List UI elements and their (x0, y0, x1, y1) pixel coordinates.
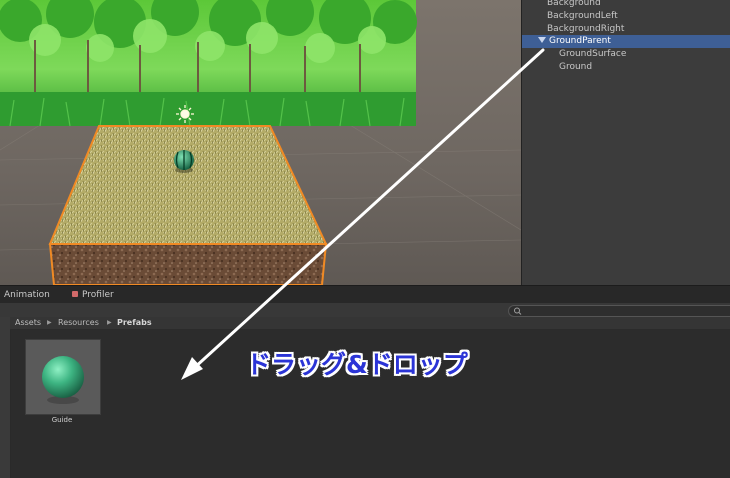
search-input[interactable] (508, 305, 730, 317)
scene-view[interactable] (0, 0, 521, 285)
hierarchy-item-ground-surface[interactable]: GroundSurface (522, 48, 730, 61)
hierarchy-item-ground[interactable]: Ground (522, 61, 730, 74)
hierarchy-item-label: BackgroundRight (547, 24, 625, 34)
bottom-tab-bar: Animation Profiler (0, 285, 730, 304)
tab-label: Profiler (82, 290, 114, 300)
breadcrumb-separator-icon: ▶ (47, 319, 52, 326)
asset-item-guide[interactable] (25, 339, 101, 415)
breadcrumb-prefabs[interactable]: Prefabs (117, 317, 152, 329)
tab-animation[interactable]: Animation (4, 286, 50, 304)
breadcrumb-assets[interactable]: Assets (15, 317, 41, 329)
hierarchy-item-ground-parent[interactable]: GroundParent (522, 35, 730, 48)
profiler-icon (72, 291, 78, 297)
drag-and-drop-annotation: ドラッグ&ドロップ (246, 350, 468, 379)
sphere-prefab-icon (42, 356, 84, 404)
tab-label: Animation (4, 290, 50, 300)
hierarchy-item-label: Background (547, 0, 601, 8)
breadcrumb-separator-icon: ▶ (107, 319, 112, 326)
hierarchy-item-label: GroundSurface (559, 49, 627, 59)
hierarchy-item-label: GroundParent (549, 36, 611, 46)
hierarchy-item-background[interactable]: Background (522, 0, 730, 10)
hierarchy-item-background-left[interactable]: BackgroundLeft (522, 10, 730, 23)
expand-triangle-icon[interactable] (538, 37, 546, 43)
asset-label: Guide (51, 416, 73, 424)
breadcrumb-resources[interactable]: Resources (58, 317, 99, 329)
tab-profiler[interactable]: Profiler (72, 286, 114, 304)
project-toolbar (0, 303, 730, 318)
hierarchy-item-label: Ground (559, 62, 593, 72)
scene-canvas (0, 0, 521, 285)
hierarchy-item-label: BackgroundLeft (547, 11, 618, 21)
hierarchy-panel: Background BackgroundLeft BackgroundRigh… (521, 0, 730, 285)
breadcrumb: Assets ▶ Resources ▶ Prefabs (10, 317, 730, 330)
search-icon (514, 307, 522, 315)
folder-tree-strip[interactable] (0, 317, 11, 478)
